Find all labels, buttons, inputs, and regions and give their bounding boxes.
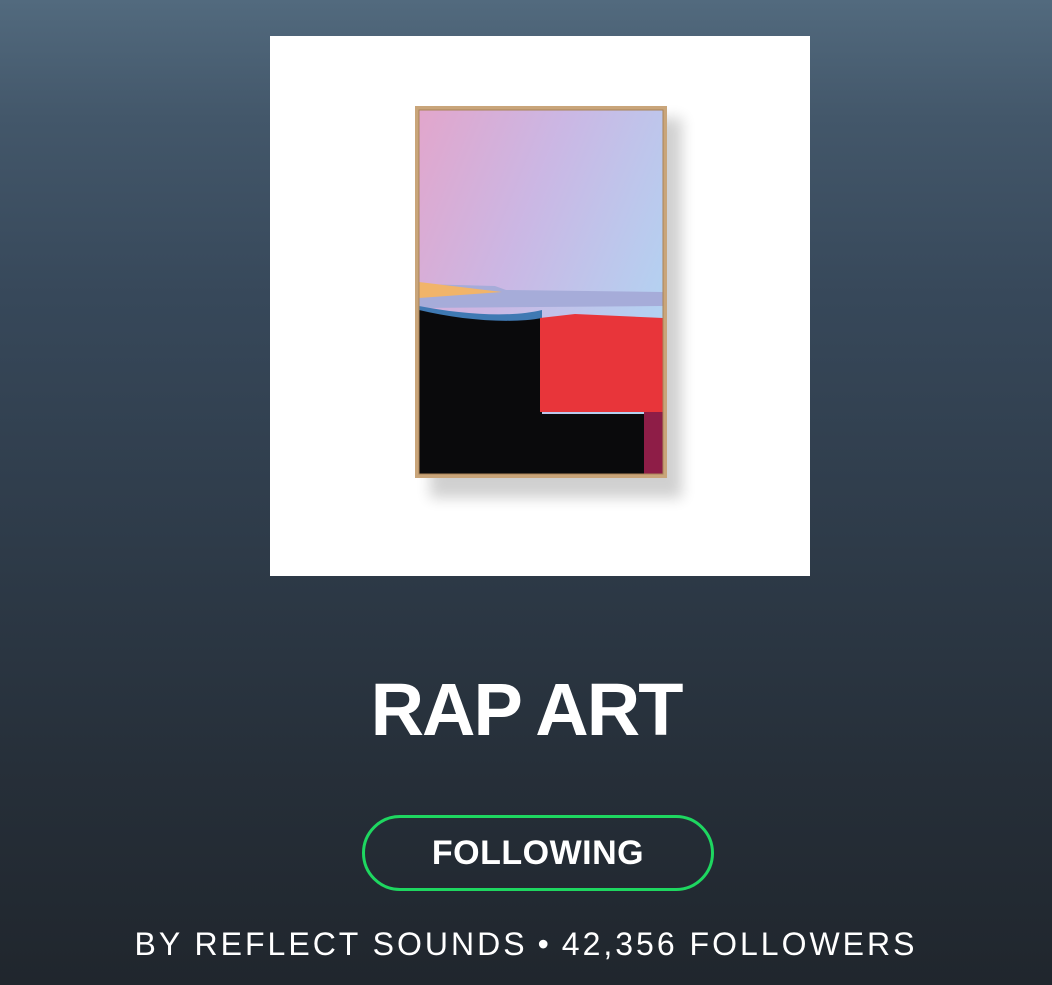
meta-separator: •	[537, 926, 552, 962]
playlist-cover-art	[270, 36, 810, 576]
following-button[interactable]: FOLLOWING	[362, 815, 714, 891]
playlist-meta: BY REFLECT SOUNDS • 42,356 FOLLOWERS	[0, 922, 1052, 966]
playlist-owner[interactable]: BY REFLECT SOUNDS	[135, 926, 528, 962]
framed-artwork-image	[415, 106, 682, 498]
playlist-title: RAP ART	[370, 668, 684, 751]
follower-count: 42,356 FOLLOWERS	[561, 926, 918, 962]
